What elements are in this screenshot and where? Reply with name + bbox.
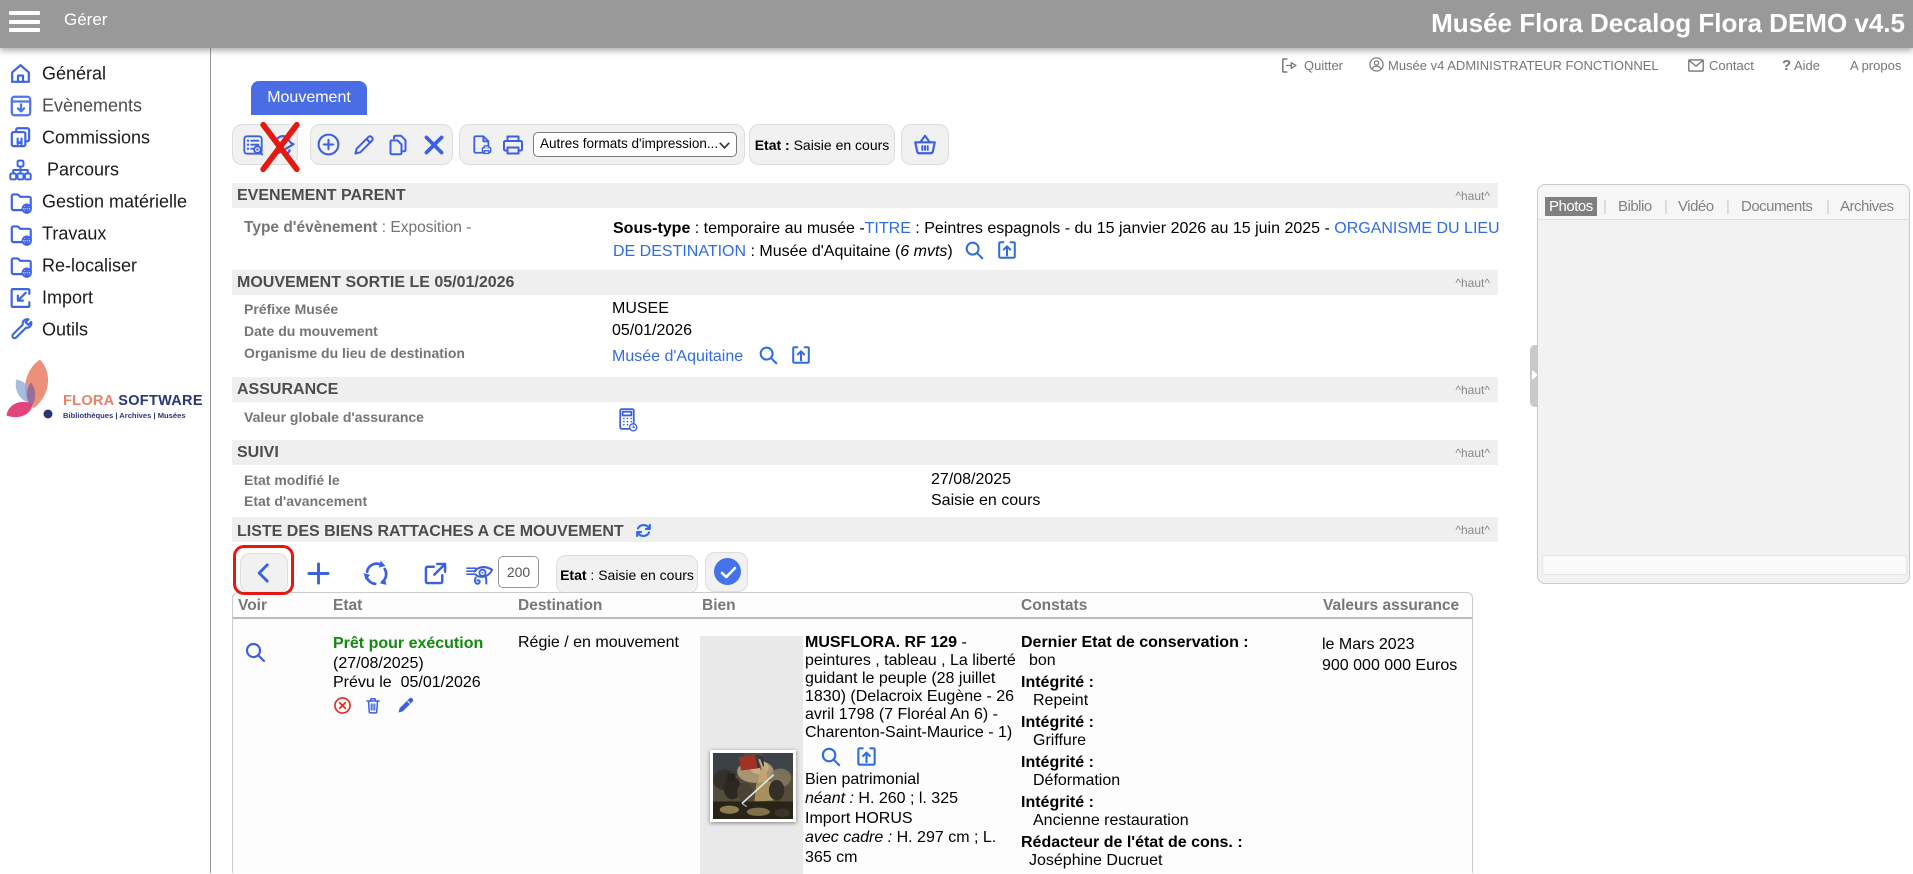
svg-text:Bibliothèques | Archives | Mus: Bibliothèques | Archives | Musées xyxy=(63,411,186,420)
svg-text:FLORA SOFTWARE: FLORA SOFTWARE xyxy=(63,393,203,409)
